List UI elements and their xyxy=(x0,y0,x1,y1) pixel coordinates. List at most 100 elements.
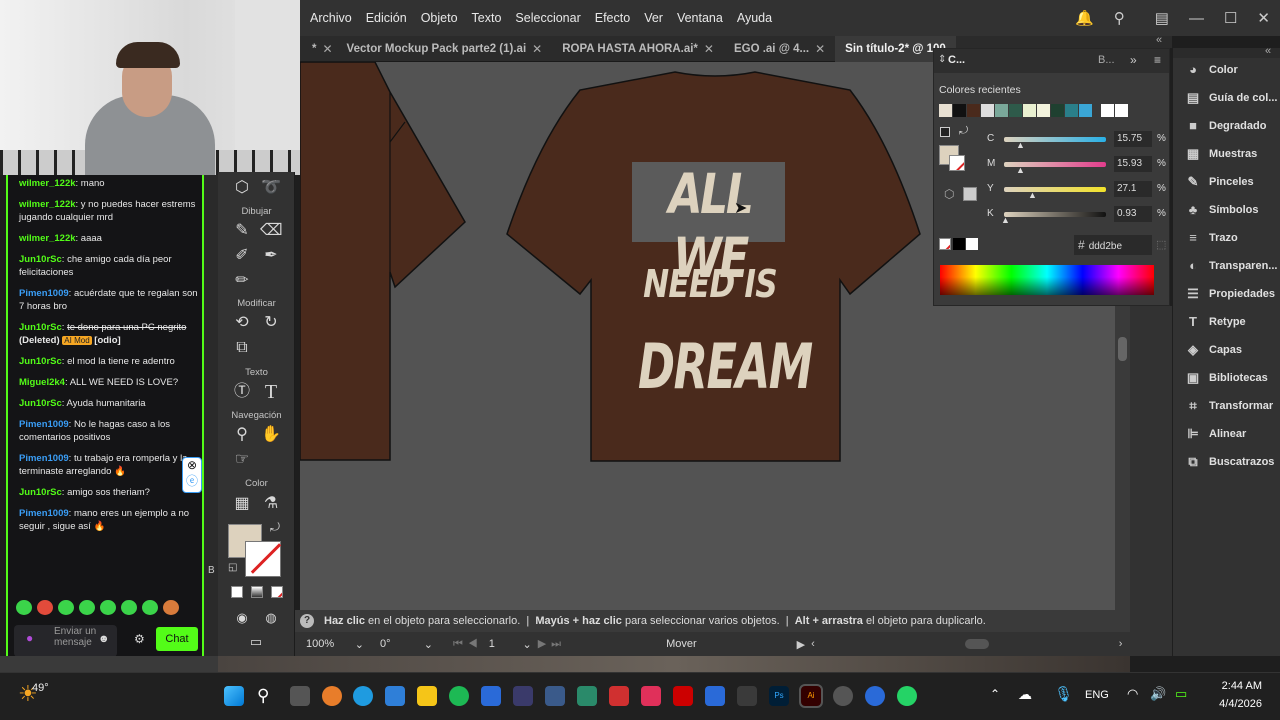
dock-item-brush[interactable]: ✎ Pinceles xyxy=(1173,170,1280,194)
scroll-thumb[interactable] xyxy=(1118,337,1127,361)
stroke-swatch[interactable] xyxy=(245,541,282,577)
dock-item-color-guide[interactable]: ▤ Guía de col... xyxy=(1173,86,1280,110)
close-tab-icon[interactable]: ✕ xyxy=(322,42,332,56)
play-icon[interactable]: ▶ xyxy=(797,638,805,651)
chat-username[interactable]: Miguel2k4 xyxy=(19,377,65,388)
side-widget[interactable]: ⊗ ⓔ xyxy=(182,457,202,493)
onedrive-icon[interactable]: ☁ xyxy=(1018,686,1032,703)
chat-input[interactable]: ● Enviar un mensaje ☻ xyxy=(14,625,117,657)
slider-m[interactable]: M ▲ 15.93% xyxy=(934,154,1171,176)
chat-username[interactable]: Jun10rSc xyxy=(19,487,62,498)
tab-hidden[interactable]: * ✕ xyxy=(300,36,337,62)
recent-swatch[interactable] xyxy=(967,104,980,117)
emote-row[interactable] xyxy=(16,600,196,618)
chat-username[interactable]: wilmer_122k xyxy=(19,199,76,210)
dock-item-gradient[interactable]: ■ Degradado xyxy=(1173,114,1280,138)
wifi-icon[interactable]: ◠ xyxy=(1127,686,1138,702)
menu-ayuda[interactable]: Ayuda xyxy=(737,11,772,25)
dock-item-libraries[interactable]: ▣ Bibliotecas xyxy=(1173,366,1280,390)
expand-icon[interactable]: » xyxy=(1130,53,1137,67)
slider-k[interactable]: K ▲ 0.93% xyxy=(934,204,1171,226)
dock-item-palette[interactable]: ◕ Color xyxy=(1173,58,1280,82)
type-on-path-icon[interactable]: Ⓣ xyxy=(231,382,253,402)
artboard-prev-icon[interactable]: ⏮◀ xyxy=(453,638,483,651)
chat-username[interactable]: Pimen1009 xyxy=(19,508,69,519)
menu-seleccionar[interactable]: Seleccionar xyxy=(515,11,580,25)
emote-icon[interactable] xyxy=(121,600,137,615)
shield-icon[interactable] xyxy=(481,686,501,706)
shape-builder-icon[interactable]: ⧉ xyxy=(231,338,253,358)
clock-date[interactable]: 4/4/2026 xyxy=(1207,698,1262,710)
blob-brush-icon[interactable]: ✏ xyxy=(231,271,253,291)
zoom-tool-icon[interactable]: ⚲ xyxy=(231,425,253,445)
artboard-dropdown[interactable]: 1 ⌄ xyxy=(483,635,538,653)
app-icon[interactable] xyxy=(673,686,693,706)
edge-icon[interactable] xyxy=(353,686,373,706)
white-swatch[interactable] xyxy=(966,238,978,250)
task-view-icon[interactable] xyxy=(290,686,310,706)
chat-username[interactable]: wilmer_122k xyxy=(19,178,76,189)
app-icon[interactable] xyxy=(577,686,597,706)
color-spectrum[interactable] xyxy=(940,265,1154,295)
copilot-icon[interactable] xyxy=(322,686,342,706)
emote-icon[interactable] xyxy=(37,600,53,615)
folder-icon[interactable] xyxy=(417,686,437,706)
slider-handle-icon[interactable]: ▲ xyxy=(1016,140,1025,150)
menu-edicion[interactable]: Edición xyxy=(366,11,407,25)
gradient-mode-icon[interactable] xyxy=(251,586,263,598)
type-tool-icon[interactable]: T xyxy=(260,382,282,402)
eyedropper-icon[interactable]: ⚗ xyxy=(260,494,282,514)
dock-item-retype[interactable]: T Retype xyxy=(1173,310,1280,334)
panel-tab-color[interactable]: C... xyxy=(948,54,965,66)
collapse-icon[interactable]: ⇕ xyxy=(938,54,946,65)
bell-icon[interactable]: 🔔 xyxy=(1075,9,1094,27)
whatsapp-icon[interactable] xyxy=(897,686,917,706)
emote-icon[interactable] xyxy=(16,600,32,615)
close-tab-icon[interactable]: ✕ xyxy=(815,42,825,56)
emote-icon[interactable] xyxy=(163,600,179,615)
black-swatch[interactable] xyxy=(953,238,965,250)
slider-handle-icon[interactable]: ▲ xyxy=(1016,165,1025,175)
draw-mode-icon[interactable]: ◉ xyxy=(231,608,253,628)
recent-swatch[interactable] xyxy=(995,104,1008,117)
language-indicator[interactable]: ENG xyxy=(1085,689,1109,701)
rotate-tool-icon[interactable]: ↻ xyxy=(260,313,282,333)
collapse-panel-icon[interactable]: « xyxy=(1156,34,1162,46)
start-icon[interactable] xyxy=(224,686,244,706)
spotify-icon[interactable] xyxy=(449,686,469,706)
chat-username[interactable]: Jun10rSc xyxy=(19,322,62,333)
app-icon[interactable] xyxy=(545,686,565,706)
eraser-tool-icon[interactable]: ⌫ xyxy=(260,221,283,241)
settings-icon[interactable] xyxy=(865,686,885,706)
recent-swatch[interactable] xyxy=(1023,104,1036,117)
artboard-next-icon[interactable]: ▶⏭ xyxy=(538,637,566,651)
mic-icon[interactable]: 🎙 xyxy=(1054,685,1073,703)
hscroll-thumb[interactable] xyxy=(964,639,989,649)
close-tab-icon[interactable]: ✕ xyxy=(532,42,542,56)
none-swatch[interactable] xyxy=(939,238,951,250)
maximize-icon[interactable]: ☐ xyxy=(1224,9,1237,27)
menu-archivo[interactable]: Archivo xyxy=(310,11,352,25)
emote-icon[interactable] xyxy=(142,600,158,615)
warp-tool-icon[interactable]: ⟲ xyxy=(231,313,253,333)
hand-tool-icon[interactable]: ✋ xyxy=(260,425,282,445)
dock-item-transform[interactable]: ⌗ Transformar xyxy=(1173,394,1280,418)
collapse-dock-icon[interactable]: « xyxy=(1265,45,1271,57)
chat-username[interactable]: Pimen1009 xyxy=(19,288,69,299)
art-line-2[interactable]: NEED IS xyxy=(636,262,784,306)
close-tab-icon[interactable]: ✕ xyxy=(704,42,714,56)
swap-colors-icon[interactable]: ⤾ xyxy=(270,520,280,535)
dock-item-pathfinder[interactable]: ⧉ Buscatrazos xyxy=(1173,450,1280,474)
clock-time[interactable]: 2:44 AM xyxy=(1212,680,1262,692)
emote-icon[interactable] xyxy=(58,600,74,615)
chat-send-button[interactable]: Chat xyxy=(156,627,198,651)
tab-ego[interactable]: EGO .ai @ 4... ✕ xyxy=(724,36,835,62)
recent-swatch[interactable] xyxy=(1101,104,1114,117)
chat-username[interactable]: wilmer_122k xyxy=(19,233,76,244)
illustrator-icon[interactable]: Ai xyxy=(799,684,823,708)
slider-handle-icon[interactable]: ▲ xyxy=(1001,215,1010,225)
arrange-icon[interactable]: ▤ xyxy=(1155,9,1169,27)
dock-item-symbols[interactable]: ♣ Símbolos xyxy=(1173,198,1280,222)
slider-c[interactable]: C ▲ 15.75% xyxy=(934,129,1171,151)
minimize-icon[interactable]: — xyxy=(1189,10,1204,27)
